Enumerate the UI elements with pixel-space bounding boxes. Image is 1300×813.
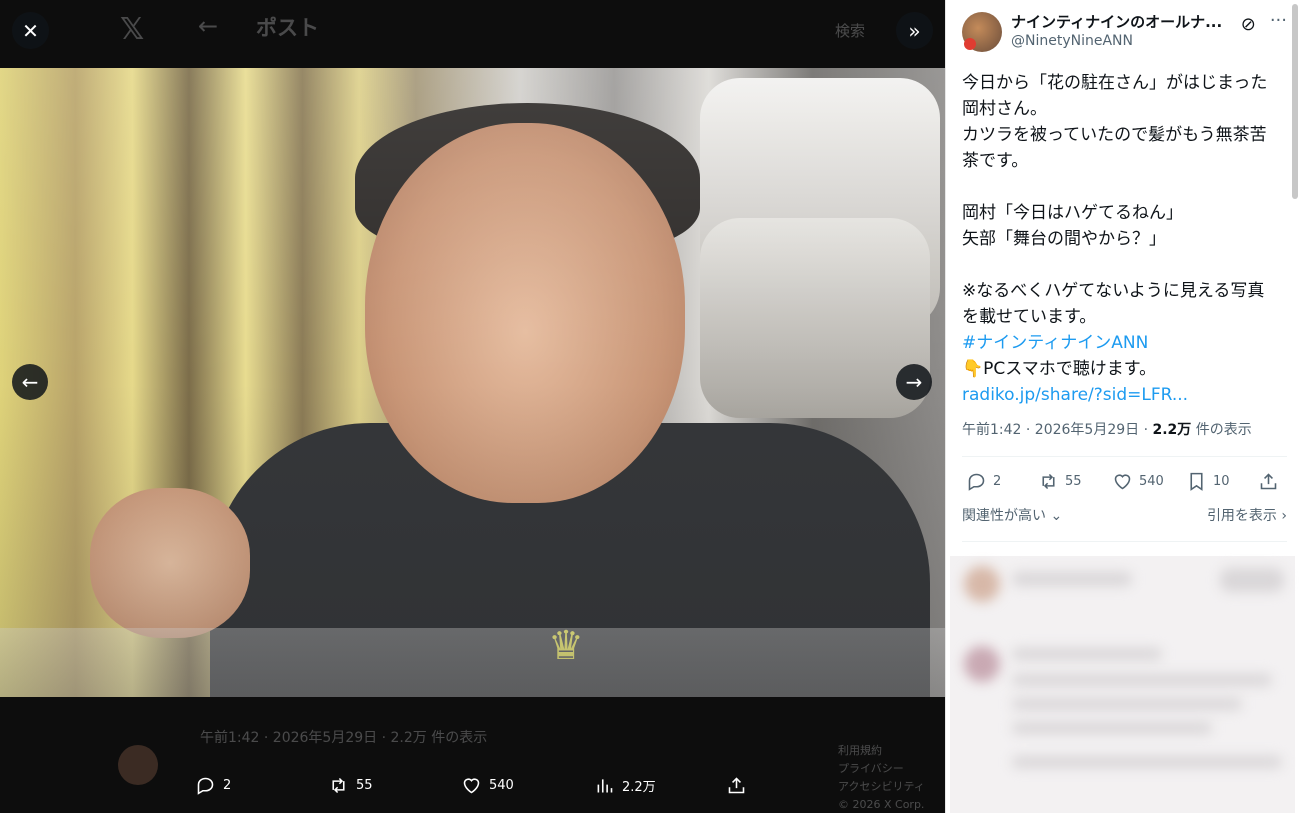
- like-icon: [463, 778, 480, 794]
- tweet-text-line: 岡村「今日はハゲてるねん」: [962, 203, 1183, 223]
- tweet-text-line: [962, 174, 1287, 200]
- media-viewer: 𝕏 ← ポスト 検索 ♛ ✕ » ← → 午前1:42 · 2026年5月29日…: [0, 0, 945, 813]
- tweet: ナインティナインのオールナ... @NinetyNineANN ⊘ ··· 今日…: [962, 10, 1287, 542]
- like-button[interactable]: 540: [1112, 471, 1164, 492]
- repost-count: 55: [356, 778, 373, 793]
- close-button[interactable]: ✕: [12, 12, 49, 49]
- background-footer-links: 利用規約 プライバシー アクセシビリティ © 2026 X Corp.: [838, 742, 945, 813]
- footer-link: プライバシー: [838, 762, 904, 775]
- bookmark-button[interactable]: 10: [1186, 471, 1230, 492]
- tweet-text-line: ※なるべくハゲてないように見える写真: [962, 281, 1265, 301]
- tweet-text-line: 矢部「舞台の間やから？」: [962, 229, 1166, 249]
- views-count: 2.2万: [622, 780, 656, 795]
- blurred-button: [1220, 568, 1284, 592]
- viewer-like-button[interactable]: 540: [461, 775, 514, 796]
- tweet-text-line: [962, 252, 1287, 278]
- like-count: 540: [1139, 474, 1164, 489]
- views-icon: [597, 779, 613, 793]
- x-logo-icon: 𝕏: [120, 12, 145, 47]
- author-info[interactable]: ナインティナインのオールナ... @NinetyNineANN: [1011, 12, 1233, 50]
- viewer-reply-button[interactable]: 2: [195, 775, 231, 796]
- expand-icon: »: [908, 18, 921, 43]
- next-image-button[interactable]: →: [896, 364, 932, 400]
- tweet-action-bar: 2 55 540 10: [962, 457, 1287, 505]
- share-button[interactable]: [1258, 471, 1279, 492]
- blurred-avatar: [964, 566, 1000, 602]
- viewer-share-button[interactable]: [726, 775, 747, 796]
- scrollbar[interactable]: [1292, 4, 1298, 199]
- bookmark-icon: [1190, 472, 1203, 491]
- footer-link: © 2026 X Corp.: [838, 798, 925, 811]
- reply-icon: [197, 777, 214, 795]
- previous-image-button[interactable]: ←: [12, 364, 48, 400]
- reply-count: 2: [993, 474, 1002, 489]
- view-quotes-link[interactable]: 引用を表示 ›: [1207, 505, 1287, 525]
- timestamp-date[interactable]: 午前1:42 · 2026年5月29日 ·: [962, 422, 1153, 438]
- blurred-text: [1012, 756, 1282, 768]
- share-icon: [1260, 473, 1277, 490]
- tweet-text-line: 岡村さん。: [962, 99, 1047, 119]
- tweet-detail-panel: ナインティナインのオールナ... @NinetyNineANN ⊘ ··· 今日…: [945, 0, 1300, 813]
- tweet-link[interactable]: #ナインティナインANN: [962, 330, 1287, 356]
- photo-shade: [0, 68, 945, 697]
- viewer-repost-button[interactable]: 55: [328, 775, 373, 796]
- background-page-title: ポスト: [256, 16, 319, 40]
- tweet-photo: ♛: [0, 68, 945, 697]
- repost-count: 55: [1065, 474, 1082, 489]
- tweet-text-line: 👇PCスマホで聴けます。: [962, 359, 1157, 379]
- timestamp-views-count: 2.2万: [1152, 422, 1192, 438]
- blurred-text: [1012, 674, 1272, 686]
- grok-icon[interactable]: ⊘: [1241, 14, 1256, 35]
- reply-sort-row: 関連性が高い ⌄ 引用を表示 ›: [962, 505, 1287, 531]
- blurred-avatar: [964, 646, 1000, 682]
- reply-icon: [968, 473, 985, 491]
- share-icon: [728, 777, 745, 794]
- tweet-link[interactable]: radiko.jp/share/?sid=LFR...: [962, 382, 1287, 408]
- blurred-text: [1012, 572, 1132, 586]
- back-arrow-icon: ←: [198, 12, 219, 40]
- repost-icon: [1042, 473, 1055, 490]
- reply-button[interactable]: 2: [966, 471, 1001, 492]
- footer-link: アクセシビリティ: [838, 780, 925, 793]
- blurred-text: [1012, 722, 1212, 734]
- close-icon: ✕: [22, 18, 39, 43]
- avatar-badge: [964, 38, 976, 50]
- blurred-text: [1012, 648, 1162, 660]
- expand-button[interactable]: »: [896, 12, 933, 49]
- background-timestamp: 午前1:42 · 2026年5月29日 · 2.2万 件の表示: [200, 730, 488, 746]
- tweet-text-line: 今日から「花の駐在さん」がはじまった: [962, 73, 1268, 93]
- repost-button[interactable]: 55: [1038, 471, 1082, 492]
- timestamp-views-label: 件の表示: [1191, 422, 1252, 438]
- tweet-text-line: カツラを被っていたので髪がもう無茶苦: [962, 125, 1267, 145]
- author-handle[interactable]: @NinetyNineANN: [1011, 32, 1233, 50]
- footer-link: 利用規約: [838, 744, 882, 757]
- tweet-text: 今日から「花の駐在さん」がはじまった 岡村さん。カツラを被っていたので髪がもう無茶…: [962, 70, 1287, 408]
- more-icon[interactable]: ···: [1270, 10, 1287, 31]
- background-avatar: [118, 745, 158, 785]
- avatar[interactable]: [962, 12, 1002, 52]
- next-arrow-icon: →: [905, 370, 923, 394]
- viewer-action-bar: 2 55 540 2.2万: [195, 775, 755, 803]
- like-count: 540: [489, 778, 514, 793]
- tweet-text-line: を載せています。: [962, 307, 1097, 327]
- divider: [962, 541, 1287, 542]
- prev-arrow-icon: ←: [21, 370, 39, 394]
- author-row: ナインティナインのオールナ... @NinetyNineANN ⊘ ···: [962, 10, 1287, 56]
- author-name[interactable]: ナインティナインのオールナ...: [1011, 12, 1233, 32]
- like-icon: [1114, 474, 1131, 490]
- blurred-replies: [950, 556, 1295, 813]
- background-search-label: 検索: [835, 22, 866, 40]
- sort-dropdown[interactable]: 関連性が高い ⌄: [962, 505, 1062, 525]
- reply-count: 2: [223, 778, 232, 793]
- viewer-views-button[interactable]: 2.2万: [594, 775, 656, 796]
- bookmark-count: 10: [1213, 474, 1230, 489]
- blurred-text: [1012, 698, 1242, 710]
- repost-icon: [332, 777, 345, 794]
- tweet-timestamp: 午前1:42 · 2026年5月29日 · 2.2万 件の表示: [962, 420, 1287, 440]
- tweet-text-line: 茶です。: [962, 151, 1029, 171]
